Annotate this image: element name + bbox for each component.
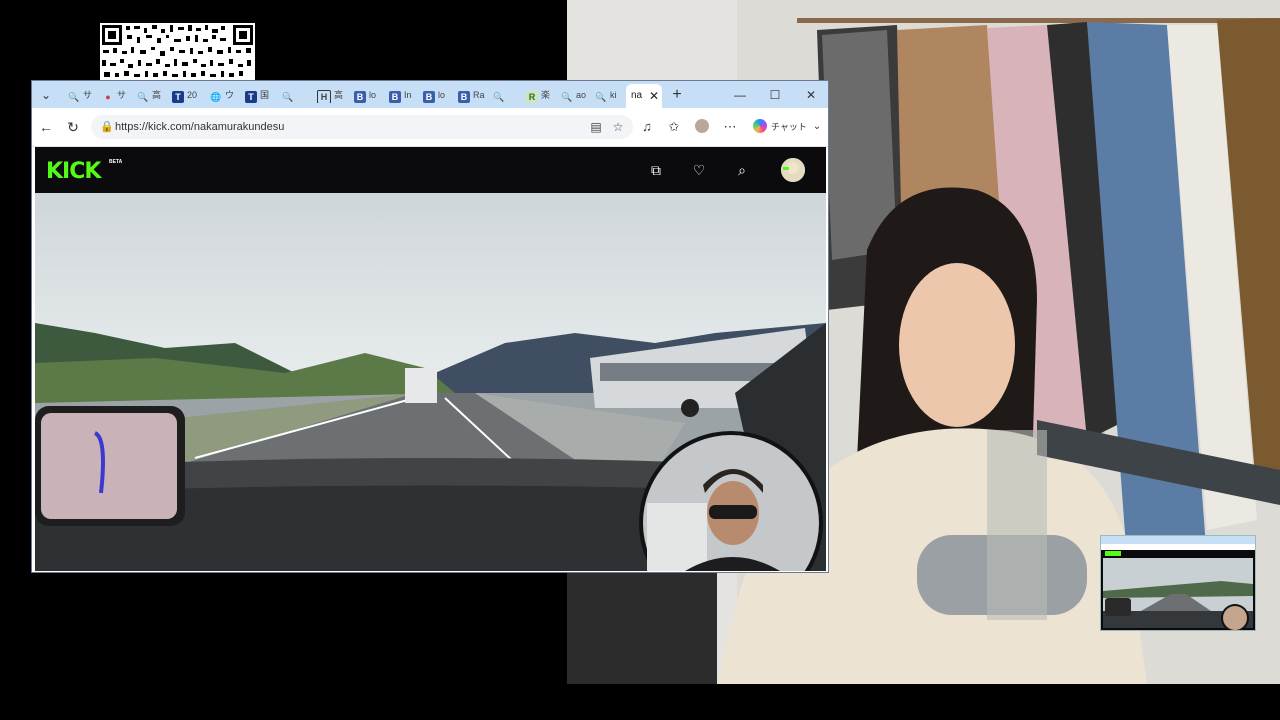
qr-code (100, 23, 255, 80)
chevron-down-icon[interactable]: ⌄ (808, 118, 826, 136)
tab[interactable]: B Ra (458, 87, 490, 103)
tab-label: 国 (260, 90, 270, 100)
address-toolbar: ← ↻ 🔒 https://kick.com/nakamurakundesu ▤… (32, 108, 828, 147)
b-favicon-icon: B (354, 91, 366, 103)
tab[interactable]: H高 (317, 87, 351, 103)
b-favicon-icon: B (389, 91, 401, 103)
close-tab-icon[interactable]: ✕ (649, 84, 659, 108)
heart-icon[interactable]: ♡ (690, 161, 708, 179)
tab[interactable]: R楽 (526, 87, 558, 103)
stream-video[interactable] (35, 193, 826, 571)
active-tab-label: na (631, 90, 643, 101)
kick-page: KICK BETA ⧉ ♡ ⌕ (35, 147, 826, 571)
globe-icon: 🌐 (210, 92, 222, 102)
tab-label: 20 (187, 90, 198, 100)
kick-header: KICK BETA ⧉ ♡ ⌕ (35, 147, 826, 193)
search-icon: 🔍 (282, 92, 294, 102)
extension-icon[interactable]: ♫ (638, 118, 656, 136)
tab[interactable]: 🔍 ao (561, 87, 593, 103)
tab-label: 楽 (541, 90, 551, 100)
close-window-icon[interactable]: ✕ (801, 86, 821, 104)
browser-window: ⌄ 🔍 サ ● サ 🔍 高 T 20 🌐 ウ T国 🔍 H高 Blo B In Blo BR… (31, 80, 829, 573)
r-favicon-icon: R (526, 91, 538, 103)
kick-logo[interactable]: KICK (46, 159, 101, 184)
tab[interactable]: 🔍 高 (137, 87, 167, 103)
url-text: https://kick.com/nakamurakundesu (115, 121, 285, 133)
copilot-chat-button[interactable]: チャット (753, 117, 807, 137)
favicon-icon: ● (105, 92, 111, 102)
tab[interactable]: 🔍 (282, 87, 310, 103)
tab[interactable]: 🌐 ウ (210, 87, 242, 103)
search-icon: 🔍 (68, 92, 80, 102)
maximize-icon[interactable]: ☐ (765, 86, 785, 104)
tab[interactable]: 🔍 サ (68, 87, 98, 103)
tab-label: lo (438, 90, 446, 100)
b-favicon-icon: B (458, 91, 470, 103)
t-favicon-icon: T (245, 91, 257, 103)
search-icon: 🔍 (137, 92, 149, 102)
tab[interactable]: ● サ (102, 87, 132, 103)
tab[interactable]: Blo (354, 87, 386, 103)
tab-label: In (404, 90, 412, 100)
beta-badge: BETA (109, 159, 123, 165)
tab-label: ki (610, 90, 617, 100)
b-favicon-icon: B (423, 91, 435, 103)
tab-label: lo (369, 90, 377, 100)
lock-icon: 🔒 (100, 121, 114, 133)
tab[interactable]: T国 (245, 87, 279, 103)
tab-strip: ⌄ 🔍 サ ● サ 🔍 高 T 20 🌐 ウ T国 🔍 H高 Blo B In Blo BR… (32, 81, 828, 108)
h-favicon-icon: H (317, 90, 331, 103)
bottom-bar (567, 684, 1280, 720)
favorites-icon[interactable]: ✩ (665, 118, 683, 136)
active-tab[interactable]: na ✕ (626, 84, 662, 108)
tab[interactable]: Blo (423, 87, 455, 103)
reader-view-icon[interactable]: ▤ (588, 119, 604, 135)
tab[interactable]: 🔍 ki (595, 87, 625, 103)
tab-label: 高 (152, 90, 162, 100)
tab-label: ao (576, 90, 587, 100)
tab-list-chevron-icon[interactable]: ⌄ (37, 86, 55, 104)
tab[interactable]: 🔍 (493, 87, 521, 103)
favorite-star-icon[interactable]: ☆ (610, 119, 626, 135)
url-bar[interactable]: 🔒 https://kick.com/nakamurakundesu ▤ ☆ (91, 115, 633, 139)
search-icon: 🔍 (561, 92, 573, 102)
tab[interactable]: B In (389, 87, 421, 103)
tab-label: ウ (225, 90, 235, 100)
new-tab-plus-icon[interactable]: + (668, 86, 686, 104)
profile-avatar[interactable] (693, 118, 711, 136)
back-arrow-icon[interactable]: ← (37, 118, 55, 136)
refresh-icon[interactable]: ↻ (64, 118, 82, 136)
copilot-icon (753, 119, 767, 133)
following-icon[interactable]: ⧉ (647, 161, 665, 179)
minimize-icon[interactable]: — (730, 86, 750, 104)
more-menu-icon[interactable]: ⋯ (721, 118, 739, 136)
search-icon: 🔍 (493, 92, 505, 102)
tab-label: Ra (473, 90, 485, 100)
copilot-label: チャット (771, 122, 807, 132)
tab-label: 高 (334, 90, 344, 100)
t-favicon-icon: T (172, 91, 184, 103)
tab-label: サ (117, 90, 127, 100)
search-icon[interactable]: ⌕ (733, 161, 751, 179)
stream-preview-thumbnail (1100, 535, 1256, 631)
tab[interactable]: T 20 (172, 87, 206, 103)
tab-label: サ (83, 90, 93, 100)
search-icon: 🔍 (595, 92, 607, 102)
user-avatar[interactable] (781, 158, 805, 182)
